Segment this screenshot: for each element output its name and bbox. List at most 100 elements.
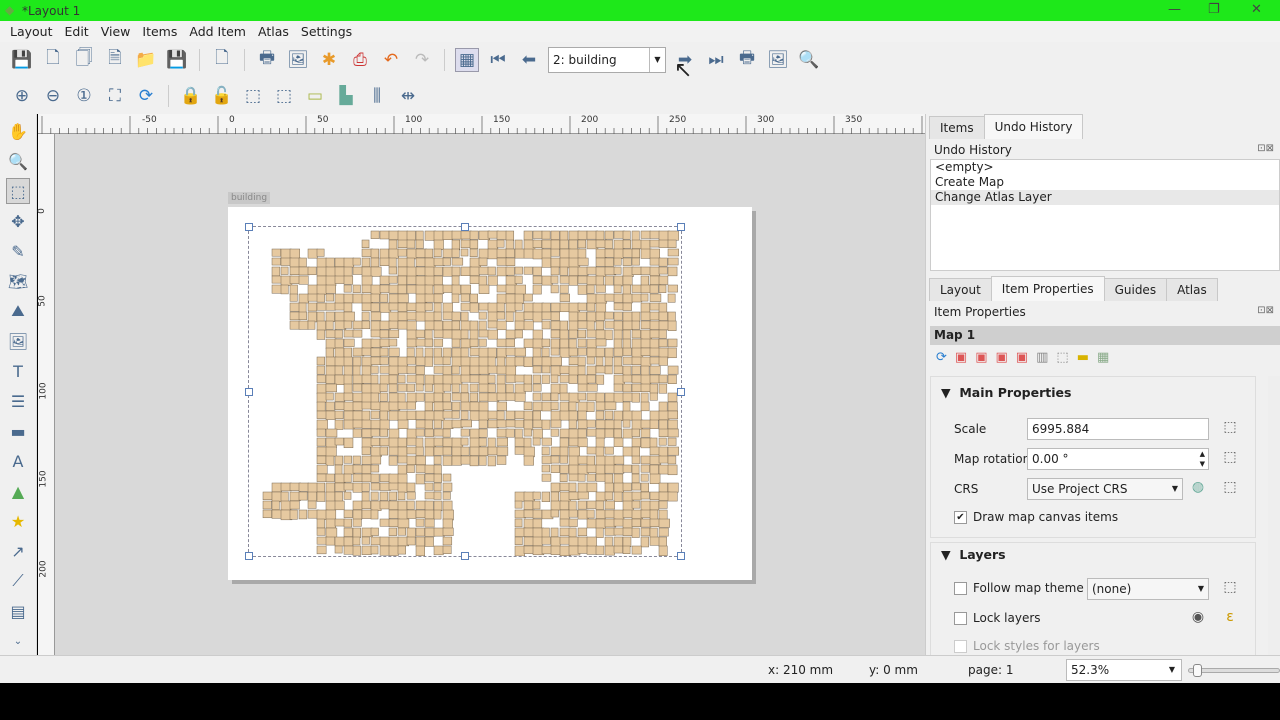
visibility-icon[interactable]: ◉ [1187,609,1209,629]
styling-icon[interactable]: ▦ [1097,350,1109,365]
data-defined-override-icon[interactable]: ⬚ [1219,419,1241,439]
add-map-icon[interactable]: 🗺 [6,268,30,294]
menu-items[interactable]: Items [142,24,177,39]
add-label-icon[interactable]: T [6,358,30,384]
add-pages-icon[interactable]: 🗋 [210,48,234,72]
lock-styles-checkbox[interactable] [954,640,967,653]
previous-feature-icon[interactable]: ⬅ [517,48,541,72]
move-content-icon[interactable]: ✥ [6,208,30,234]
zoom-full-icon[interactable]: ⛶ [103,84,127,108]
menu-layout[interactable]: Layout [10,24,53,39]
crs-select[interactable]: Use Project CRS ▼ [1027,478,1183,500]
set-scale-icon[interactable]: ▣ [996,350,1008,365]
main-properties-header[interactable]: ▼ Main Properties [941,385,1071,400]
undo-item[interactable]: Change Atlas Layer [931,190,1279,205]
export-image-icon[interactable]: 🖼 [286,48,310,72]
view-scale-icon[interactable]: ▣ [1016,350,1028,365]
menu-view[interactable]: View [101,24,131,39]
scale-input[interactable]: 6995.884 [1027,418,1209,440]
unlock-items-icon[interactable]: 🔓 [210,84,234,108]
atlas-preview-icon[interactable]: ▦ [455,47,479,72]
add-scalebar-icon[interactable]: ▬ [6,418,30,444]
zoom-combo[interactable]: 52.3% ▼ [1066,659,1182,681]
float-close-icon[interactable]: ⊡⊠ [1257,143,1274,154]
select-tool-icon[interactable]: ⬚ [6,178,30,204]
export-atlas-icon[interactable]: 🖼 [766,48,790,72]
bookmarks-icon[interactable]: ▥ [1036,350,1048,365]
add-html-icon[interactable]: ▤ [6,598,30,624]
menu-edit[interactable]: Edit [65,24,89,39]
clipping-icon[interactable]: ⬚ [1056,350,1068,365]
follow-theme-checkbox[interactable] [954,582,967,595]
tab-item-properties[interactable]: Item Properties [990,276,1105,301]
undo-icon[interactable]: ↶ [379,48,403,72]
horizontal-ruler[interactable]: -50 0 50 100 150 200 250 300 350 [38,114,925,134]
group-icon[interactable]: ⬚ [241,84,265,108]
data-defined-override-icon[interactable]: ⬚ [1219,579,1241,599]
resize-handle[interactable] [677,552,685,560]
layout-manager-icon[interactable]: 🗎 [103,48,127,72]
pan-tool-icon[interactable]: ✋ [6,118,30,144]
zoom-actual-icon[interactable]: ① [72,84,96,108]
select-crs-icon[interactable]: ◍ [1187,479,1209,499]
refresh-preview-icon[interactable]: ⟳ [936,350,947,365]
properties-scrollbar[interactable] [1268,376,1280,655]
data-defined-override-icon[interactable]: ⬚ [1219,479,1241,499]
data-defined-override-icon[interactable]: ⬚ [1219,449,1241,469]
save-as-template-icon[interactable]: 💾 [165,48,189,72]
tab-items[interactable]: Items [929,116,985,139]
refresh-icon[interactable]: ⟳ [134,84,158,108]
tab-undo-history[interactable]: Undo History [983,114,1084,139]
draw-canvas-items-checkbox[interactable]: ✔ [954,511,967,524]
redo-icon[interactable]: ↷ [410,48,434,72]
resize-handle[interactable] [245,388,253,396]
print-atlas-icon[interactable]: 🖶 [735,48,759,72]
tab-layout[interactable]: Layout [929,278,992,301]
menu-atlas[interactable]: Atlas [258,24,289,39]
add-shape-icon[interactable]: ▲ [6,478,30,504]
map-theme-select[interactable]: (none) ▼ [1087,578,1209,600]
resize-handle[interactable] [245,223,253,231]
zoom-in-icon[interactable]: ⊕ [10,84,34,108]
zoom-slider[interactable] [1188,664,1280,677]
resize-items-icon[interactable]: ⇹ [396,84,420,108]
map-rotation-spinbox[interactable]: 0.00 ° ▲ ▼ [1027,448,1209,470]
tab-guides[interactable]: Guides [1103,278,1168,301]
zoom-slider-handle[interactable] [1193,664,1202,677]
labeling-icon[interactable]: ▬ [1077,350,1089,365]
vertical-ruler[interactable]: 0 50 100 150 200 [37,134,55,655]
map-item[interactable] [245,223,685,560]
zoom-tool-icon[interactable]: 🔍 [6,148,30,174]
resize-handle[interactable] [245,552,253,560]
tab-atlas[interactable]: Atlas [1166,278,1218,301]
layers-header[interactable]: ▼ Layers [941,547,1006,562]
ungroup-icon[interactable]: ⬚ [272,84,296,108]
float-close-icon[interactable]: ⊡⊠ [1257,305,1274,316]
add-3d-map-icon[interactable]: ⛰ [6,298,30,324]
new-layout-icon[interactable]: 🗋 [41,48,65,72]
resize-handle[interactable] [677,388,685,396]
save-icon[interactable]: 💾 [10,48,34,72]
undo-item[interactable]: <empty> [931,160,1279,175]
atlas-feature-combo[interactable]: 2: building ▼ [548,46,666,73]
zoom-out-icon[interactable]: ⊖ [41,84,65,108]
last-feature-icon[interactable]: ⏭ [704,48,728,72]
resize-handle[interactable] [461,223,469,231]
distribute-items-icon[interactable]: ⫼ [365,84,389,108]
add-legend-icon[interactable]: ☰ [6,388,30,414]
add-marker-icon[interactable]: ★ [6,508,30,534]
print-icon[interactable]: 🖶 [255,48,279,72]
maximize-button[interactable]: ❐ [1208,2,1220,17]
export-pdf-icon[interactable]: ⎙ [348,48,372,72]
add-node-item-icon[interactable]: ⟋ [6,568,30,594]
raise-items-icon[interactable]: ▭ [303,84,327,108]
menu-settings[interactable]: Settings [301,24,352,39]
edit-nodes-icon[interactable]: ✎ [6,238,30,264]
menu-add-item[interactable]: Add Item [189,24,246,39]
lock-items-icon[interactable]: 🔒 [179,84,203,108]
lock-layers-checkbox[interactable] [954,612,967,625]
add-picture-icon[interactable]: 🖼 [6,328,30,354]
add-north-arrow-icon[interactable]: A [6,448,30,474]
minimize-button[interactable]: — [1168,2,1181,17]
resize-handle[interactable] [461,552,469,560]
